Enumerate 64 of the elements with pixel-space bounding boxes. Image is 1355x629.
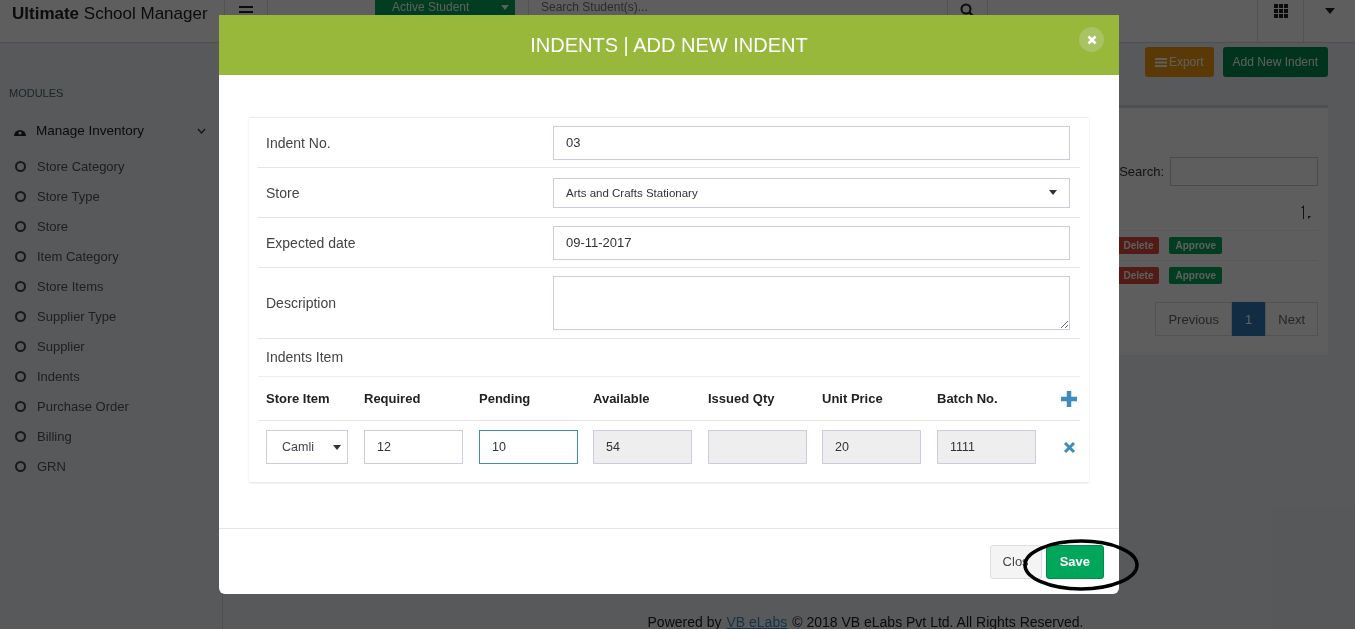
close-button[interactable]: [1079, 27, 1104, 52]
field-label: Expected date: [266, 234, 357, 251]
column-header: Required: [364, 391, 422, 406]
readonly-field[interactable]: 1111: [937, 430, 1036, 464]
sidebar-item[interactable]: Store Items: [0, 271, 222, 301]
sidebar-item[interactable]: Store: [0, 211, 222, 241]
add-row-icon[interactable]: [1060, 389, 1078, 408]
input-field[interactable]: 09-11-2017: [553, 225, 1070, 260]
pagination-button[interactable]: Next: [1265, 302, 1318, 336]
approve-button[interactable]: Approve: [1169, 267, 1222, 284]
column-header: Batch No.: [937, 391, 999, 406]
sidebar-item[interactable]: Store Category: [0, 151, 222, 181]
delete-button[interactable]: Delete: [1117, 237, 1160, 254]
search-label: Search:: [1119, 164, 1164, 179]
column-header: Store Item: [266, 391, 331, 406]
sidebar-heading: MODULES: [8, 87, 65, 99]
sidebar-item[interactable]: Item Category: [0, 241, 222, 271]
delete-button[interactable]: Delete: [1117, 267, 1160, 284]
add-button[interactable]: Add New Indent: [1222, 47, 1328, 77]
section-heading: Indents Item: [258, 339, 1080, 377]
column-header: Unit Price: [822, 391, 884, 406]
pagination-button[interactable]: 1: [1232, 302, 1266, 336]
field-label: Store: [266, 184, 301, 201]
sidebar-item[interactable]: GRN: [0, 451, 222, 481]
quantity-field[interactable]: 10: [479, 430, 578, 464]
remove-row-icon[interactable]: [1062, 440, 1076, 454]
sidebar-item[interactable]: Purchase Order: [0, 391, 222, 421]
chevron-icon: [197, 127, 206, 134]
store-select[interactable]: Arts and Crafts Stationary: [553, 177, 1070, 208]
caret-icon: [333, 444, 341, 450]
readonly-field[interactable]: [708, 430, 807, 464]
description-field[interactable]: [553, 276, 1070, 330]
field-label: Indent No.: [266, 134, 332, 151]
modal-title: INDENTS | ADD NEW INDENT: [530, 33, 808, 57]
pagination-button[interactable]: Previous: [1155, 302, 1233, 336]
approve-button[interactable]: Approve: [1169, 237, 1222, 254]
store-item-select[interactable]: Camli: [266, 430, 348, 464]
footer-text: Powered by: [647, 614, 722, 629]
grid-icon: [1273, 4, 1288, 18]
column-header: Pending: [479, 391, 532, 406]
close-icon: [1086, 34, 1097, 45]
footer-link[interactable]: VB eLabs: [726, 614, 788, 629]
quantity-field[interactable]: 12: [364, 430, 463, 464]
sidebar-item[interactable]: Supplier: [0, 331, 222, 361]
input-field[interactable]: 03: [553, 125, 1070, 160]
column-header: Available: [593, 391, 651, 406]
sidebar-item[interactable]: Store Type: [0, 181, 222, 211]
sidebar-group[interactable]: Manage Inventory: [0, 123, 222, 138]
field-label: Description: [266, 295, 338, 311]
list-icon: [1154, 57, 1167, 67]
copyright-text: © 2018 VB eLabs Pvt Ltd. All Rights Reserved.: [792, 614, 1084, 629]
sidebar-item[interactable]: Indents: [0, 361, 222, 391]
readonly-field[interactable]: 54: [593, 430, 692, 464]
export-button[interactable]: Export: [1144, 47, 1214, 77]
caret-icon: [501, 5, 509, 10]
column-header: Issued Qty: [708, 391, 776, 406]
save-button[interactable]: Save: [1045, 544, 1104, 579]
caret-icon: [1049, 190, 1057, 195]
search-icon: [960, 3, 975, 18]
app-title: Ultimate School Manager: [11, 3, 209, 25]
sidebar-item[interactable]: Billing: [0, 421, 222, 451]
caret-icon: [1324, 8, 1335, 14]
sidebar-item[interactable]: Supplier Type: [0, 301, 222, 331]
readonly-field[interactable]: 20: [822, 430, 921, 464]
